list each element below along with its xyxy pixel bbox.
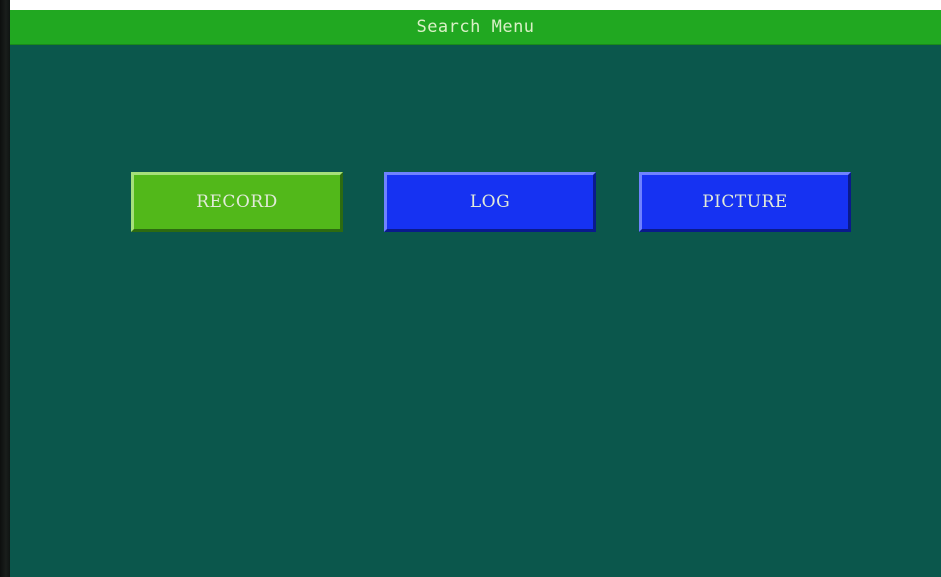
search-menu-screen: Search Menu RECORD LOG PICTURE — [10, 10, 941, 577]
screen-left-border — [0, 0, 10, 577]
record-button-label: RECORD — [196, 192, 278, 212]
picture-button-label: PICTURE — [702, 192, 788, 212]
log-button-label: LOG — [469, 192, 511, 212]
record-button[interactable]: RECORD — [131, 172, 343, 232]
title-bar: Search Menu — [10, 10, 941, 45]
log-button[interactable]: LOG — [384, 172, 596, 232]
picture-button[interactable]: PICTURE — [639, 172, 851, 232]
screen-top-border — [0, 0, 941, 10]
window-title: Search Menu — [416, 17, 535, 37]
